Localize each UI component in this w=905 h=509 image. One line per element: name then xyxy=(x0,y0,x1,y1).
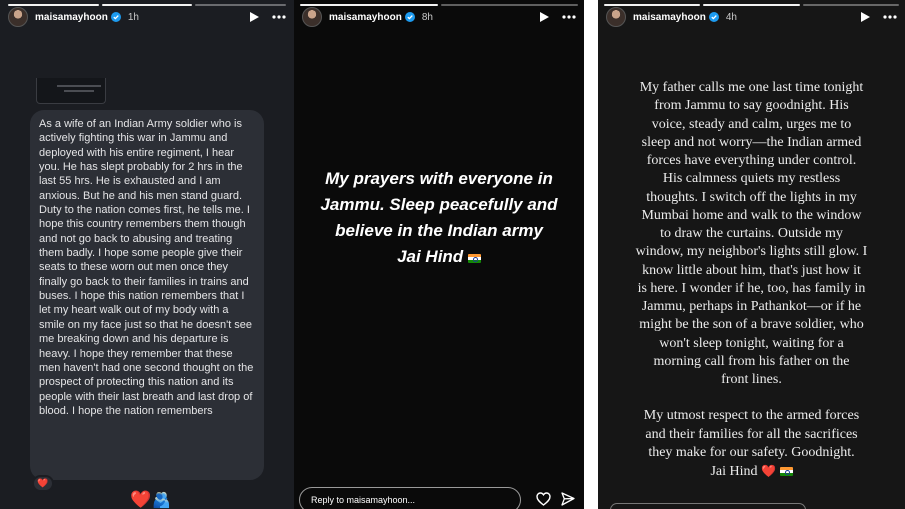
play-icon[interactable] xyxy=(539,11,550,23)
hug-emoji: 🫂 xyxy=(152,492,171,509)
story-line: Jammu. Sleep peacefully and xyxy=(320,195,558,214)
verified-badge-icon xyxy=(110,12,121,22)
story-line-jai-hind: Jai Hind xyxy=(294,244,584,270)
play-icon[interactable] xyxy=(249,11,260,23)
post-time: 8h xyxy=(421,11,433,23)
heart-reaction-icon: ❤️ xyxy=(37,478,49,488)
india-flag-icon xyxy=(467,254,481,263)
verified-badge-icon xyxy=(708,12,719,22)
bottom-reactions: ❤️ 🫂 xyxy=(130,490,171,509)
story-text: My prayers with everyone in Jammu. Sleep… xyxy=(294,166,584,270)
reply-input[interactable] xyxy=(610,503,806,509)
send-icon[interactable] xyxy=(561,492,575,506)
heart-outline-icon[interactable] xyxy=(536,492,551,506)
heart-emoji: ❤️ xyxy=(130,490,152,509)
story-panel-3[interactable]: maisamayhoon 4h My father calls me one l… xyxy=(598,0,905,509)
story-header: maisamayhoon 8h xyxy=(294,0,584,34)
story-line: My prayers with everyone in xyxy=(325,169,553,188)
message-text: As a wife of an Indian Army soldier who … xyxy=(39,118,254,417)
play-icon[interactable] xyxy=(860,11,871,23)
more-options-icon[interactable] xyxy=(562,15,576,19)
message-bubble: As a wife of an Indian Army soldier who … xyxy=(30,110,264,480)
verified-badge-icon xyxy=(404,12,415,22)
reaction-badge[interactable]: ❤️ xyxy=(32,475,54,492)
story-header: maisamayhoon 4h xyxy=(598,0,905,34)
note-paragraph-1: My father calls me one last time tonight… xyxy=(635,80,868,387)
note-paragraph-2: My utmost respect to the armed forces an… xyxy=(604,407,899,481)
story-panel-2[interactable]: maisamayhoon 8h My prayers with everyone… xyxy=(294,0,584,509)
more-options-icon[interactable] xyxy=(272,15,286,19)
avatar[interactable] xyxy=(8,7,28,27)
story-panel-1[interactable]: maisamayhoon 1h As a wife of an Indian A… xyxy=(0,0,294,509)
username[interactable]: maisamayhoon xyxy=(329,12,402,23)
reply-input[interactable]: Reply to maisamayhoon... xyxy=(299,487,521,509)
post-time: 4h xyxy=(725,11,737,23)
post-time: 1h xyxy=(127,11,139,23)
story-line: believe in the Indian army xyxy=(335,221,543,240)
jai-hind-line: Jai Hind ❤️ xyxy=(604,462,899,481)
story-header: maisamayhoon 1h xyxy=(0,0,294,34)
story-note: My father calls me one last time tonight… xyxy=(598,79,905,481)
username[interactable]: maisamayhoon xyxy=(633,12,706,23)
india-flag-icon xyxy=(779,467,793,476)
quoted-story-thumbnail xyxy=(36,78,106,104)
avatar[interactable] xyxy=(606,7,626,27)
username[interactable]: maisamayhoon xyxy=(35,12,108,23)
avatar[interactable] xyxy=(302,7,322,27)
more-options-icon[interactable] xyxy=(883,15,897,19)
heart-emoji: ❤️ xyxy=(761,464,776,478)
